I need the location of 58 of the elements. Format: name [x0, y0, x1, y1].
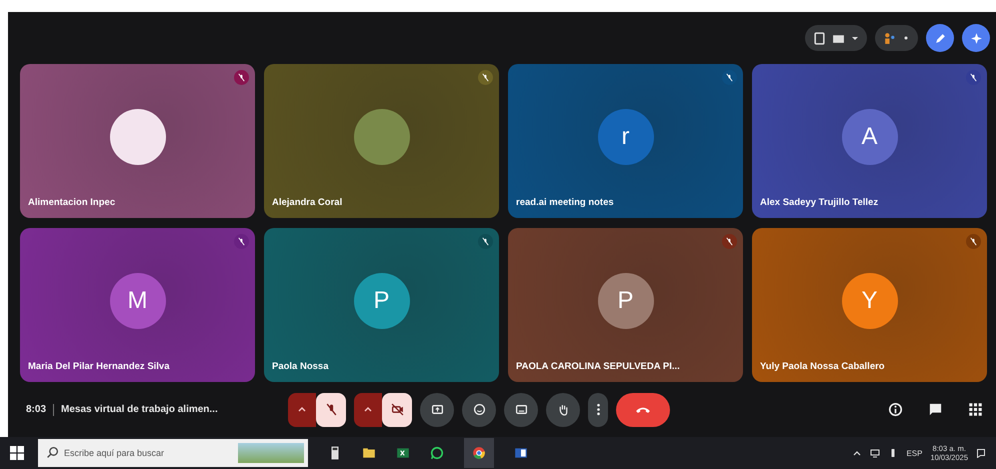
captions-button[interactable] [504, 392, 538, 426]
document-icon[interactable] [514, 446, 528, 460]
avatar-initial: r [598, 109, 654, 165]
reaction-button[interactable] [462, 392, 496, 426]
info-icon [888, 402, 902, 417]
leave-call-button[interactable] [616, 392, 670, 426]
pencil-icon [934, 32, 946, 44]
microphone-button[interactable] [316, 392, 346, 426]
search-icon [46, 446, 59, 459]
browser-taskbar-button[interactable] [464, 438, 494, 468]
camera-off-icon [390, 403, 404, 416]
participant-name: Maria Del Pilar Hernandez Silva [28, 361, 170, 372]
meeting-title: Mesas virtual de trabajo alimen... [61, 404, 218, 415]
windows-logo-icon[interactable] [10, 446, 24, 460]
caret-icon [364, 406, 372, 414]
screen-share-icon [430, 403, 444, 416]
language-indicator[interactable]: ESP [906, 448, 922, 458]
camera-button[interactable] [382, 392, 412, 426]
participant-name: Yuly Paola Nossa Caballero [760, 361, 885, 372]
avatar-initial: A [842, 109, 898, 165]
hand-icon [556, 403, 570, 416]
chat-icon [928, 402, 942, 417]
grid-icon [968, 402, 982, 417]
avatar-initial: P [598, 273, 654, 329]
sparkle-button[interactable] [962, 24, 990, 52]
participant-name: read.ai meeting notes [516, 197, 614, 208]
avatar-initial: P [354, 273, 410, 329]
browser-icon [472, 446, 486, 460]
participant-name: Alimentacion Inpec [28, 197, 116, 208]
participant-name: Alex Sadeyy Trujillo Tellez [760, 197, 878, 208]
document-icon [813, 32, 826, 44]
smiley-icon [472, 403, 486, 416]
caret-icon [851, 34, 859, 42]
participant-name: Alejandra Coral [272, 197, 342, 208]
landscape-thumbnail [238, 443, 304, 463]
more-options-button[interactable] [588, 392, 608, 426]
phone-hangup-icon [635, 404, 651, 414]
raise-hand-button[interactable] [546, 392, 580, 426]
spreadsheet-icon[interactable] [396, 446, 410, 460]
activity-pill[interactable] [805, 25, 867, 51]
dot-icon [902, 34, 910, 42]
sparkle-icon [970, 32, 982, 44]
edit-button[interactable] [926, 24, 954, 52]
microphone-off-icon [324, 403, 338, 416]
folder-icon[interactable] [362, 446, 376, 460]
caret-icon [298, 406, 306, 414]
avatar-initial: Y [842, 273, 898, 329]
chat-bubble-icon[interactable] [430, 446, 444, 460]
participant-name: Paola Nossa [272, 361, 328, 372]
meeting-time: 8:03 [26, 404, 46, 415]
captions-icon [514, 403, 528, 416]
notification-icon[interactable] [976, 448, 986, 458]
present-button[interactable] [420, 392, 454, 426]
people-icon [883, 32, 896, 44]
participant-name: PAOLA CAROLINA SEPULVEDA PI... [516, 361, 680, 372]
participants-pill[interactable] [875, 25, 918, 51]
network-icon[interactable] [870, 448, 880, 458]
avatar-initial: M [110, 273, 166, 329]
